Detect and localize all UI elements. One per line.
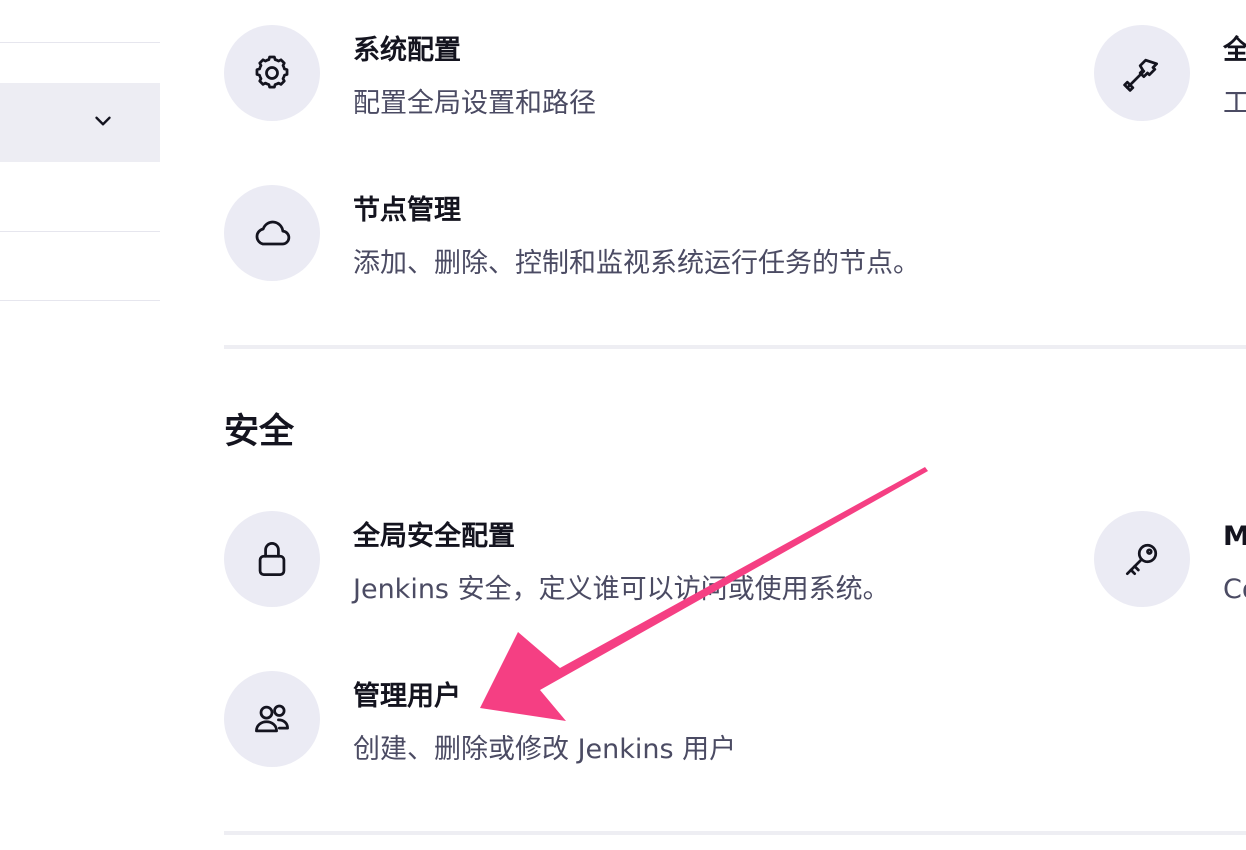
manage-jenkins-content: 系统配置 配置全局设置和路径 全 工 节点管理 添加、删除、控制和监视系统运行任…: [0, 0, 1246, 850]
global-security-link[interactable]: 全局安全配置 Jenkins 安全，定义谁可以访问或使用系统。: [224, 511, 1044, 607]
global-tools-link[interactable]: 全 工: [1094, 25, 1246, 121]
manage-credentials-title[interactable]: M: [1223, 520, 1246, 554]
gear-icon: [224, 25, 320, 121]
users-icon: [224, 671, 320, 767]
node-manage-link[interactable]: 节点管理 添加、删除、控制和监视系统运行任务的节点。: [224, 185, 1044, 281]
manage-users-link[interactable]: 管理用户 创建、删除或修改 Jenkins 用户: [224, 671, 1044, 767]
global-tools-title[interactable]: 全: [1223, 34, 1246, 68]
manage-users-title[interactable]: 管理用户: [353, 680, 461, 714]
manage-users-desc: 创建、删除或修改 Jenkins 用户: [353, 734, 737, 765]
cloud-icon: [224, 185, 320, 281]
manage-credentials-link[interactable]: M Co: [1094, 511, 1246, 607]
system-config-link[interactable]: 系统配置 配置全局设置和路径: [224, 25, 1044, 121]
hammer-icon: [1094, 25, 1190, 121]
node-manage-desc: 添加、删除、控制和监视系统运行任务的节点。: [353, 248, 920, 279]
system-config-title[interactable]: 系统配置: [353, 34, 461, 68]
global-security-desc: Jenkins 安全，定义谁可以访问或使用系统。: [353, 574, 890, 605]
lock-icon: [224, 511, 320, 607]
global-tools-desc: 工: [1223, 88, 1246, 119]
global-security-title[interactable]: 全局安全配置: [353, 520, 515, 554]
manage-credentials-desc: Co: [1223, 574, 1246, 605]
section-divider: [224, 345, 1246, 349]
node-manage-title[interactable]: 节点管理: [353, 194, 461, 228]
security-section-title: 安全: [224, 412, 295, 452]
key-icon: [1094, 511, 1190, 607]
system-config-desc: 配置全局设置和路径: [353, 88, 596, 119]
section-divider: [224, 831, 1246, 835]
